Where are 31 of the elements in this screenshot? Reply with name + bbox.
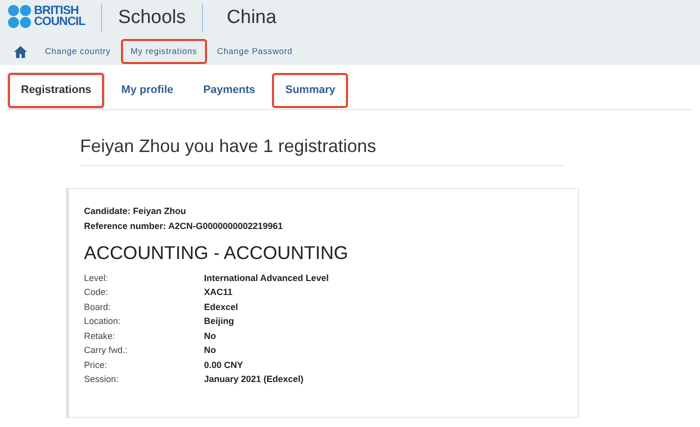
nav-link[interactable]: Change Password [207,39,302,64]
detail-value: No [204,344,216,358]
detail-value: XAC11 [204,286,233,300]
detail-value: Edexcel [204,300,238,314]
logo-text: COUNCIL [34,16,86,27]
tab[interactable]: Summary [272,73,348,108]
subject-title: ACCOUNTING - ACCOUNTING [84,241,350,266]
detail-label: Level: [84,272,110,285]
nav-link[interactable]: Change country [35,39,121,64]
nav-link[interactable]: My registrations [120,39,208,64]
detail-label: Price: [84,358,108,372]
tab[interactable]: Registrations [8,73,104,108]
detail-label: Code: [84,286,110,300]
page-heading: Feiyan Zhou you have 1 registrations [80,136,565,166]
logo-icon [8,5,31,28]
site-section: Schools [118,4,186,32]
detail-label: Location: [84,315,122,328]
detail-value: International Advanced Level [204,272,329,285]
detail-value: Beijing [204,315,234,328]
home-icon[interactable] [14,46,27,58]
detail-value: January 2021 (Edexcel) [204,373,304,386]
detail-label: Retake: [84,330,116,343]
detail-label: Board: [84,300,112,314]
detail-label: Carry fwd.: [84,344,129,358]
detail-value: 0.00 CNY [204,358,244,372]
candidate-name: Candidate: Feiyan Zhou [84,205,188,218]
logo-text: BRITISH [34,5,78,16]
detail-label: Session: [84,373,120,386]
country-name: China [226,6,276,30]
reference-number: Reference number: A2CN-G0000000002219961 [84,220,284,233]
detail-value: No [204,330,216,343]
